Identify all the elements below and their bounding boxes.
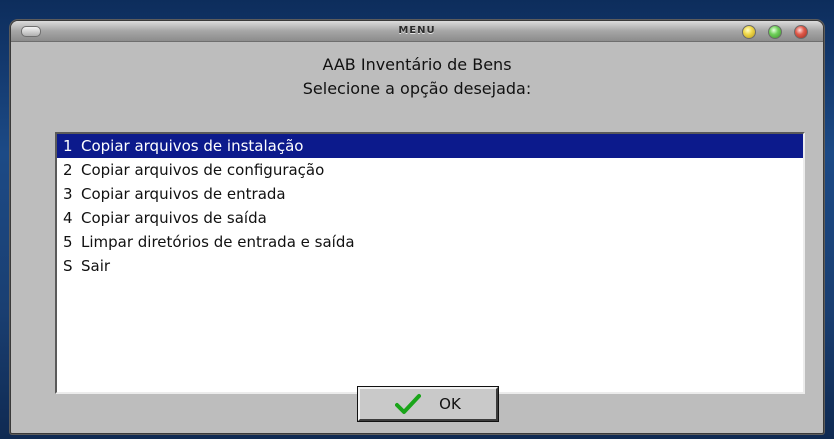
list-item-config[interactable]: 2 Copiar arquivos de configuração: [57, 158, 803, 182]
list-item-label: Copiar arquivos de saída: [81, 209, 267, 227]
list-item-exit[interactable]: S Sair: [57, 254, 803, 278]
maximize-icon[interactable]: [768, 25, 782, 39]
ok-button-label: OK: [439, 395, 461, 413]
list-item-label: Copiar arquivos de instalação: [81, 137, 304, 155]
list-item-install[interactable]: 1 Copiar arquivos de instalação: [57, 134, 803, 158]
list-item-key: 2: [63, 161, 73, 179]
list-item-label: Limpar diretórios de entrada e saída: [81, 233, 355, 251]
app-title: AAB Inventário de Bens: [322, 55, 512, 74]
list-item-label: Copiar arquivos de configuração: [81, 161, 325, 179]
list-item-key: 5: [63, 233, 73, 251]
ok-button[interactable]: OK: [357, 386, 499, 422]
list-item-output[interactable]: 4 Copiar arquivos de saída: [57, 206, 803, 230]
list-item-key: 1: [63, 137, 73, 155]
options-listbox[interactable]: 1 Copiar arquivos de instalação 2 Copiar a…: [55, 132, 805, 394]
list-item-label: Sair: [81, 257, 111, 275]
list-item-clean[interactable]: 5 Limpar diretórios de entrada e saída: [57, 230, 803, 254]
list-item-key: 4: [63, 209, 73, 227]
menu-dialog: MENU AAB Inventário de Bens Selecione a …: [10, 20, 824, 434]
list-item-input[interactable]: 3 Copiar arquivos de entrada: [57, 182, 803, 206]
title-bar[interactable]: MENU: [11, 21, 823, 42]
list-item-label: Copiar arquivos de entrada: [81, 185, 286, 203]
checkmark-icon: [395, 394, 422, 414]
list-item-key: S: [63, 257, 73, 275]
minimize-icon[interactable]: [742, 25, 756, 39]
close-icon[interactable]: [794, 25, 808, 39]
prompt-text: Selecione a opção desejada:: [302, 79, 532, 98]
list-item-key: 3: [63, 185, 73, 203]
window-title: MENU: [398, 25, 436, 36]
